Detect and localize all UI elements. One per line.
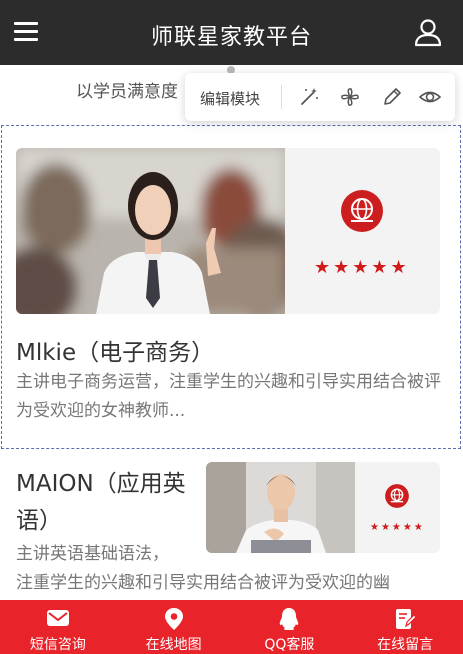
globe-logo-icon xyxy=(385,484,409,508)
globe-logo-icon xyxy=(341,190,383,232)
pinwheel-icon[interactable] xyxy=(339,86,361,108)
eye-icon[interactable] xyxy=(419,86,441,108)
nav-label: 在线地图 xyxy=(145,637,202,653)
nav-label: QQ客服 xyxy=(264,637,315,653)
rating-stars: ★★★★★ xyxy=(370,522,425,533)
nav-label: 短信咨询 xyxy=(29,637,86,653)
map-pin-icon xyxy=(164,608,183,630)
mail-icon xyxy=(46,610,69,626)
note-edit-icon xyxy=(396,609,417,629)
bottom-nav-bar: 短信咨询 在线地图 QQ客服 在线留言 xyxy=(0,600,463,654)
toolbar-divider xyxy=(281,85,282,109)
edit-module-button[interactable]: 编辑模块 xyxy=(200,88,260,109)
nav-qq-service[interactable]: QQ客服 xyxy=(232,600,348,654)
edit-module-toolbar: 编辑模块 xyxy=(185,73,455,121)
site-title: 师联星家教平台 xyxy=(150,25,312,50)
teacher-photo[interactable] xyxy=(16,148,285,314)
section-subtitle: 以学员满意度 xyxy=(76,82,178,102)
teacher-description: 主讲英语基础语法， 注重学生的兴趣和引导实用结合被评为受欢迎的幽 xyxy=(16,540,446,598)
pencil-icon[interactable] xyxy=(381,86,403,108)
nav-online-map[interactable]: 在线地图 xyxy=(116,600,232,654)
description-line: 注重学生的兴趣和引导实用结合被评为受欢迎的幽 xyxy=(16,573,390,593)
qq-icon xyxy=(280,608,299,630)
top-header: 师联星家教平台 xyxy=(0,0,463,65)
nav-label: 在线留言 xyxy=(377,637,434,653)
nav-sms-consult[interactable]: 短信咨询 xyxy=(0,600,116,654)
magic-wand-icon[interactable] xyxy=(298,86,320,108)
teacher-name[interactable]: MAION（应用英语） xyxy=(16,466,191,540)
user-icon[interactable] xyxy=(413,17,443,47)
rating-stars: ★★★★★ xyxy=(314,257,410,278)
description-line: 主讲英语基础语法， xyxy=(16,544,169,564)
nav-online-message[interactable]: 在线留言 xyxy=(347,600,463,654)
teacher-name[interactable]: Mlkie（电子商务） xyxy=(16,333,214,367)
teacher-badge-panel: ★★★★★ xyxy=(285,148,440,314)
teacher-description: 主讲电子商务运营，注重学生的兴趣和引导实用结合被评为受欢迎的女神教师... xyxy=(16,372,441,421)
